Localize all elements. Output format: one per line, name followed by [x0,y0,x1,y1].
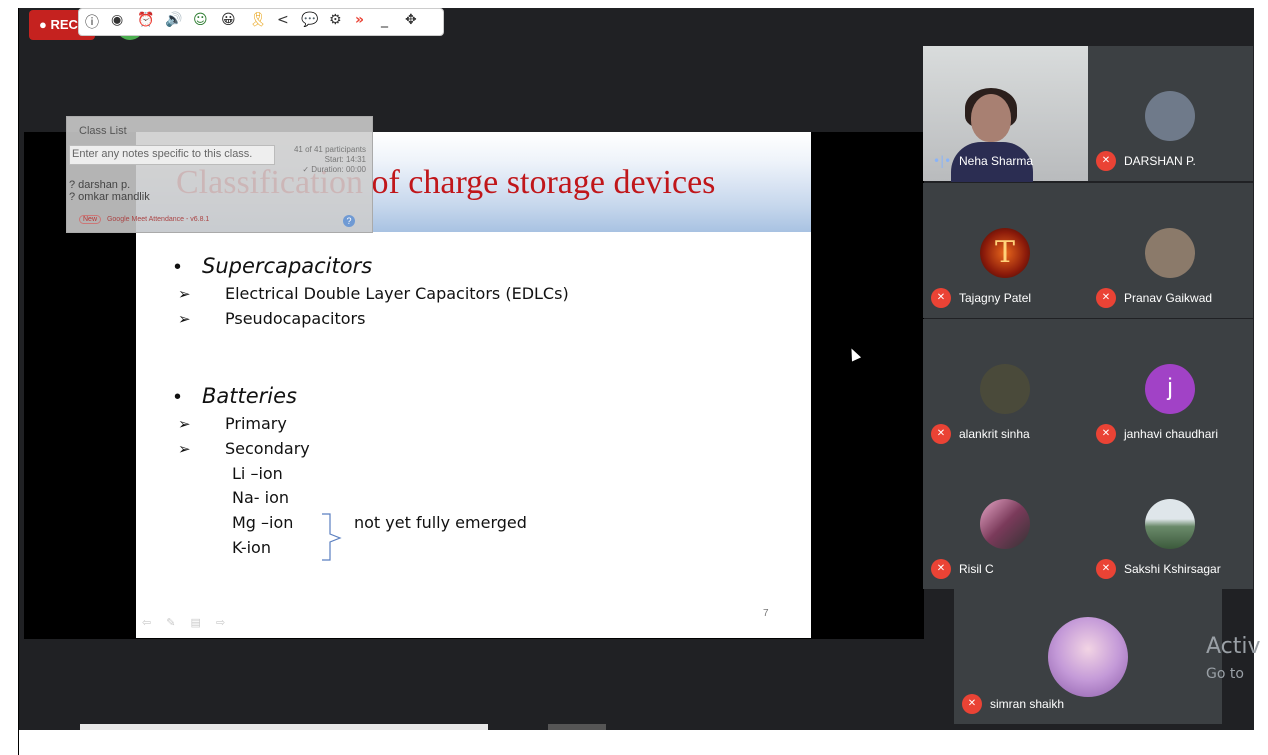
mic-off-icon: ✕ [931,559,951,579]
settings-icon[interactable]: ⚙ [329,12,342,28]
list-item: ? darshan p. [69,179,131,191]
sub-item: Mg –ion [232,513,294,532]
mic-off-icon: ✕ [1096,288,1116,308]
attendee-list: ? darshan p. ? omkar mandlik [69,179,150,203]
mic-off-icon: ✕ [1096,151,1116,171]
participant-name: Risil C [959,562,994,576]
avatar [1145,499,1195,549]
help-icon[interactable]: ? [343,215,355,227]
share-icon[interactable]: < [277,12,289,28]
list-item: Electrical Double Layer Capacitors (EDLC… [225,284,569,303]
arrow-bullet-icon: ➢ [178,310,191,328]
speaker-video-face [971,94,1011,142]
sub-item: K-ion [232,538,271,557]
info-icon[interactable]: ⓘ [85,12,99,32]
activate-windows-subtext: Go to [1206,666,1244,682]
list-item: Secondary [225,439,310,458]
avatar: j [1145,364,1195,414]
left-border [18,8,19,755]
mic-off-icon: ✕ [931,424,951,444]
participant-name: simran shaikh [990,697,1065,711]
move-icon[interactable]: ✥ [405,12,417,28]
participant-tile[interactable]: ✕ DARSHAN P. [1088,46,1253,181]
participant-name: Sakshi Kshirsagar [1124,562,1221,576]
section-heading-batteries: Batteries [202,384,297,408]
participant-tile[interactable]: ✕ Pranav Gaikwad [1088,183,1253,318]
participant-tile-speaker[interactable]: •|• Neha Sharma [923,46,1088,182]
avatar [1048,617,1128,697]
activate-windows-watermark: Activ [1206,634,1261,659]
mic-off-icon: ✕ [931,288,951,308]
participant-name: Neha Sharma [959,154,1034,168]
class-notes-input[interactable]: Enter any notes specific to this class. [69,145,275,165]
speaker-icon[interactable]: 🔊 [165,12,182,28]
class-list-footer: New Google Meet Attendance - v6.8.1 [79,215,209,224]
avatar [1145,228,1195,278]
sub-item: Na- ion [232,488,290,507]
expand-icon[interactable]: » [355,12,364,28]
participant-tile[interactable]: T ✕ Tajagny Patel [923,183,1088,318]
mic-off-icon: ✕ [962,694,982,714]
list-item: Primary [225,414,287,433]
participant-tile[interactable]: ✕ Sakshi Kshirsagar [1088,454,1253,589]
class-list-title: Class List [79,125,127,137]
participant-tile[interactable]: ✕ Risil C [923,454,1088,589]
arrow-bullet-icon: ➢ [178,285,191,303]
arrow-bullet-icon: ➢ [178,415,191,433]
class-list-panel[interactable]: Class List Enter any notes specific to t… [66,116,373,233]
participant-name: Tajagny Patel [959,291,1032,305]
participant-tile[interactable]: j ✕ janhavi chaudhari [1088,319,1253,454]
participant-tile[interactable]: ✕ simran shaikh [954,589,1222,724]
participant-name: alankrit sinha [959,427,1030,441]
chat-icon[interactable]: 💬 [301,12,318,28]
speaking-icon: •|• [933,154,952,168]
avatar [980,499,1030,549]
recording-label: REC [50,17,78,32]
list-item: Pseudocapacitors [225,309,366,328]
eye-icon[interactable]: ◉ [111,12,123,28]
avatar [1145,91,1195,141]
bottom-bar-segment [548,724,606,730]
slide-page-number: 7 [763,608,769,619]
slide-navigation-tools[interactable]: ⇦ ✎ ▤ ⇨ [142,616,231,629]
ribbon-icon[interactable]: 🎗 [249,12,267,28]
mic-off-icon: ✕ [1096,424,1116,444]
participant-name: DARSHAN P. [1124,154,1196,168]
avatar [980,364,1030,414]
participant-name: Pranav Gaikwad [1124,291,1213,305]
brace-icon [322,513,342,561]
minimize-icon[interactable]: _ [381,12,388,28]
person-icon[interactable]: ☺ [193,12,208,28]
emoji-icon[interactable]: 😀 [221,12,236,28]
extension-label: Google Meet Attendance - v6.8.1 [106,216,210,223]
new-badge[interactable]: New [79,215,102,224]
section-heading-supercapacitors: Supercapacitors [202,254,373,278]
note-text: not yet fully emerged [354,513,527,532]
participant-name: janhavi chaudhari [1124,427,1219,441]
participant-count: 41 of 41 participants Start: 14:31 ✓ Dur… [281,145,366,175]
avatar: T [980,228,1030,278]
sub-item: Li –ion [232,464,283,483]
mic-off-icon: ✕ [1096,559,1116,579]
extension-toolbar: ⓘ ◉ ⏰ 🔊 ☺ 😀 🎗 < 💬 ⚙ » _ ✥ [78,8,444,36]
arrow-bullet-icon: ➢ [178,440,191,458]
participant-tile[interactable]: ✕ alankrit sinha [923,319,1088,454]
list-item: ? omkar mandlik [69,191,150,203]
bottom-bar [80,724,488,730]
bullet-dot: • [174,386,182,408]
start-time: Start: 14:31 [324,155,366,164]
count-line: 41 of 41 participants [293,145,366,154]
bullet-dot: • [174,256,182,278]
alarm-icon[interactable]: ⏰ [137,12,154,28]
duration: ✓ Duration: 00:00 [302,165,366,174]
